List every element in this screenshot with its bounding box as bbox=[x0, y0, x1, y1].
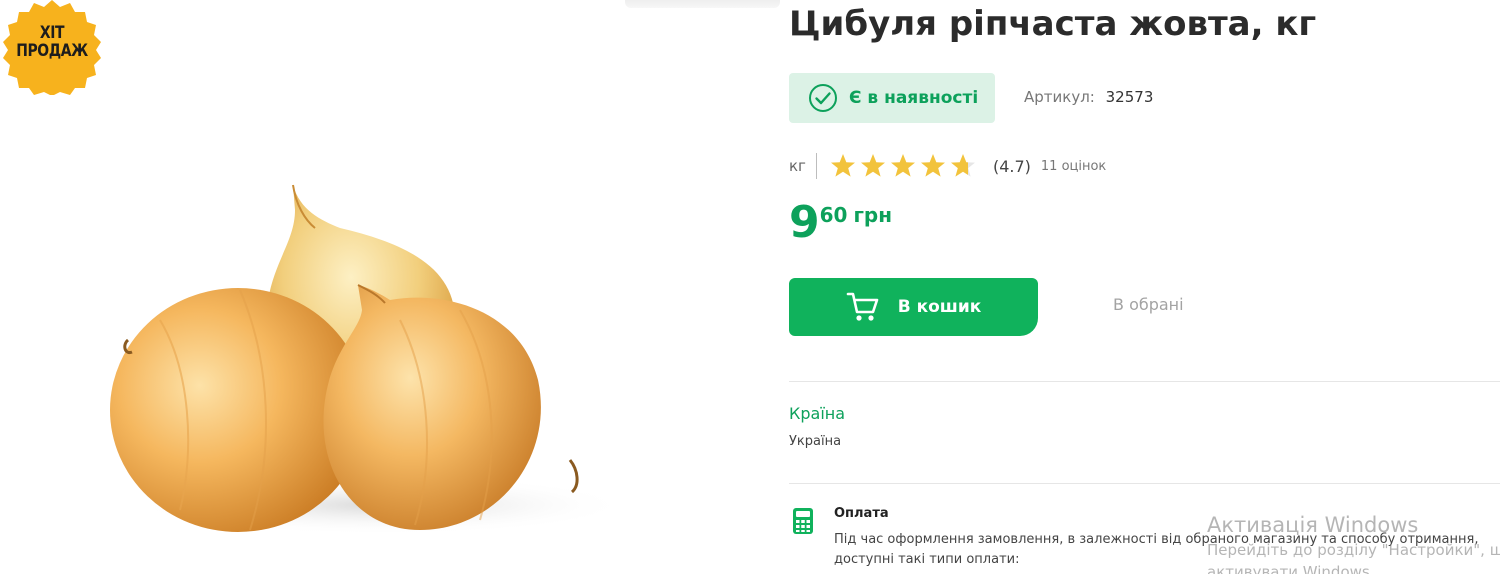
product-page: ХІТ ПРОДАЖ Цибуля ріпчаста жовта, кг Є в… bbox=[0, 0, 1500, 574]
add-to-cart-button[interactable]: В кошик bbox=[789, 278, 1038, 336]
payment-description: Під час оформлення замовлення, в залежно… bbox=[834, 532, 1479, 567]
country-label: Країна bbox=[789, 404, 846, 423]
star-icon[interactable] bbox=[859, 152, 887, 180]
payment-title: Оплата bbox=[834, 506, 889, 521]
add-to-cart-label: В кошик bbox=[897, 297, 982, 317]
sku: Артикул: 32573 bbox=[1024, 88, 1153, 106]
badge-text: ХІТ ПРОДАЖ bbox=[11, 24, 93, 60]
star-icon[interactable] bbox=[919, 152, 947, 180]
rating-value: (4.7) bbox=[992, 156, 1031, 176]
rating-stars[interactable] bbox=[829, 152, 979, 180]
add-to-favorites-link[interactable]: В обрані bbox=[1113, 295, 1184, 314]
unit-label: кг bbox=[789, 157, 806, 175]
rating-row: кг (4.7) 11 оцінок bbox=[789, 152, 1106, 180]
rating-count[interactable]: 11 оцінок bbox=[1041, 159, 1106, 174]
product-title: Цибуля ріпчаста жовта, кг bbox=[789, 4, 1317, 44]
price: 960 грн bbox=[789, 197, 892, 249]
price-currency: грн bbox=[853, 203, 893, 227]
divider bbox=[789, 483, 1500, 484]
cart-icon bbox=[846, 292, 878, 321]
sku-value: 32573 bbox=[1105, 88, 1154, 106]
sku-label: Артикул: bbox=[1024, 88, 1095, 106]
star-icon[interactable] bbox=[829, 152, 857, 180]
check-circle-icon bbox=[809, 84, 837, 112]
country-value: Україна bbox=[789, 434, 842, 449]
stock-status-badge: Є в наявності bbox=[789, 73, 995, 123]
price-integer: 9 bbox=[789, 197, 820, 248]
price-fraction: 60 bbox=[819, 203, 848, 227]
star-icon[interactable] bbox=[889, 152, 917, 180]
onion-image bbox=[110, 184, 630, 535]
product-image bbox=[100, 170, 630, 550]
calculator-icon bbox=[793, 508, 813, 534]
bestseller-badge: ХІТ ПРОДАЖ bbox=[2, 0, 102, 95]
unit-divider bbox=[815, 153, 817, 179]
divider bbox=[789, 381, 1500, 382]
star-icon[interactable] bbox=[949, 152, 977, 180]
stock-status-text: Є в наявності bbox=[849, 88, 979, 108]
badge-line-1: ХІТ bbox=[39, 23, 65, 43]
badge-line-2: ПРОДАЖ bbox=[16, 41, 88, 61]
header-shadow bbox=[625, 0, 780, 8]
